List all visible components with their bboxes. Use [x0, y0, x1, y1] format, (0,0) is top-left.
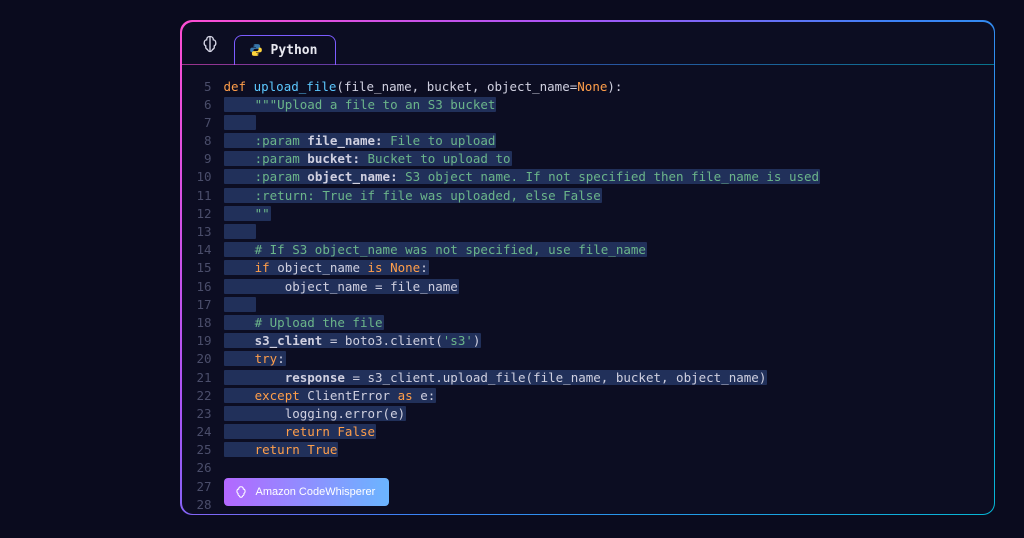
- line-number: 9: [182, 150, 212, 168]
- code-content[interactable]: def upload_file(file_name, bucket, objec…: [224, 78, 994, 514]
- line-number: 19: [182, 332, 212, 350]
- line-number: 17: [182, 296, 212, 314]
- brain-icon: [194, 28, 226, 60]
- code-line: response = s3_client.upload_file(file_na…: [224, 369, 994, 387]
- line-number: 11: [182, 187, 212, 205]
- code-line: s3_client = boto3.client('s3'): [224, 332, 994, 350]
- tab-bar: Python: [182, 22, 994, 64]
- line-number: 5: [182, 78, 212, 96]
- line-number: 7: [182, 114, 212, 132]
- code-line: def upload_file(file_name, bucket, objec…: [224, 78, 994, 96]
- line-number: 13: [182, 223, 212, 241]
- line-number: 25: [182, 441, 212, 459]
- line-number: 8: [182, 132, 212, 150]
- code-line: "": [224, 205, 994, 223]
- code-line: :return: True if file was uploaded, else…: [224, 187, 994, 205]
- line-number: 15: [182, 259, 212, 277]
- line-number: 10: [182, 168, 212, 186]
- line-number: 16: [182, 278, 212, 296]
- line-number: 27: [182, 478, 212, 496]
- line-number: 21: [182, 369, 212, 387]
- line-number: 14: [182, 241, 212, 259]
- code-line: # If S3 object_name was not specified, u…: [224, 241, 994, 259]
- code-line: [224, 114, 994, 132]
- code-line: except ClientError as e:: [224, 387, 994, 405]
- code-area[interactable]: 5678910111213141516171819202122232425262…: [182, 64, 994, 514]
- code-line: Amazon CodeWhisperer: [224, 459, 994, 477]
- code-line: logging.error(e): [224, 405, 994, 423]
- code-line: # Upload the file: [224, 314, 994, 332]
- code-line: [224, 223, 994, 241]
- code-line: return True: [224, 441, 994, 459]
- line-number: 24: [182, 423, 212, 441]
- python-icon: [249, 43, 263, 57]
- code-line: [224, 478, 994, 496]
- code-line: return False: [224, 423, 994, 441]
- line-number: 22: [182, 387, 212, 405]
- code-line: if object_name is None:: [224, 259, 994, 277]
- code-line: [224, 296, 994, 314]
- line-number: 23: [182, 405, 212, 423]
- code-line: :param file_name: File to upload: [224, 132, 994, 150]
- tab-python[interactable]: Python: [234, 35, 337, 65]
- code-line: object_name = file_name: [224, 278, 994, 296]
- line-number: 28: [182, 496, 212, 514]
- code-line: try:: [224, 350, 994, 368]
- line-number: 20: [182, 350, 212, 368]
- code-line: :param object_name: S3 object name. If n…: [224, 168, 994, 186]
- line-number: 6: [182, 96, 212, 114]
- code-line: [224, 496, 994, 514]
- editor-inner: Python 567891011121314151617181920212223…: [182, 22, 994, 514]
- line-number: 12: [182, 205, 212, 223]
- editor-window: Python 567891011121314151617181920212223…: [180, 20, 995, 515]
- code-line: :param bucket: Bucket to upload to: [224, 150, 994, 168]
- code-line: """Upload a file to an S3 bucket: [224, 96, 994, 114]
- line-number: 18: [182, 314, 212, 332]
- line-gutter: 5678910111213141516171819202122232425262…: [182, 78, 224, 514]
- line-number: 26: [182, 459, 212, 477]
- tab-label: Python: [271, 43, 318, 58]
